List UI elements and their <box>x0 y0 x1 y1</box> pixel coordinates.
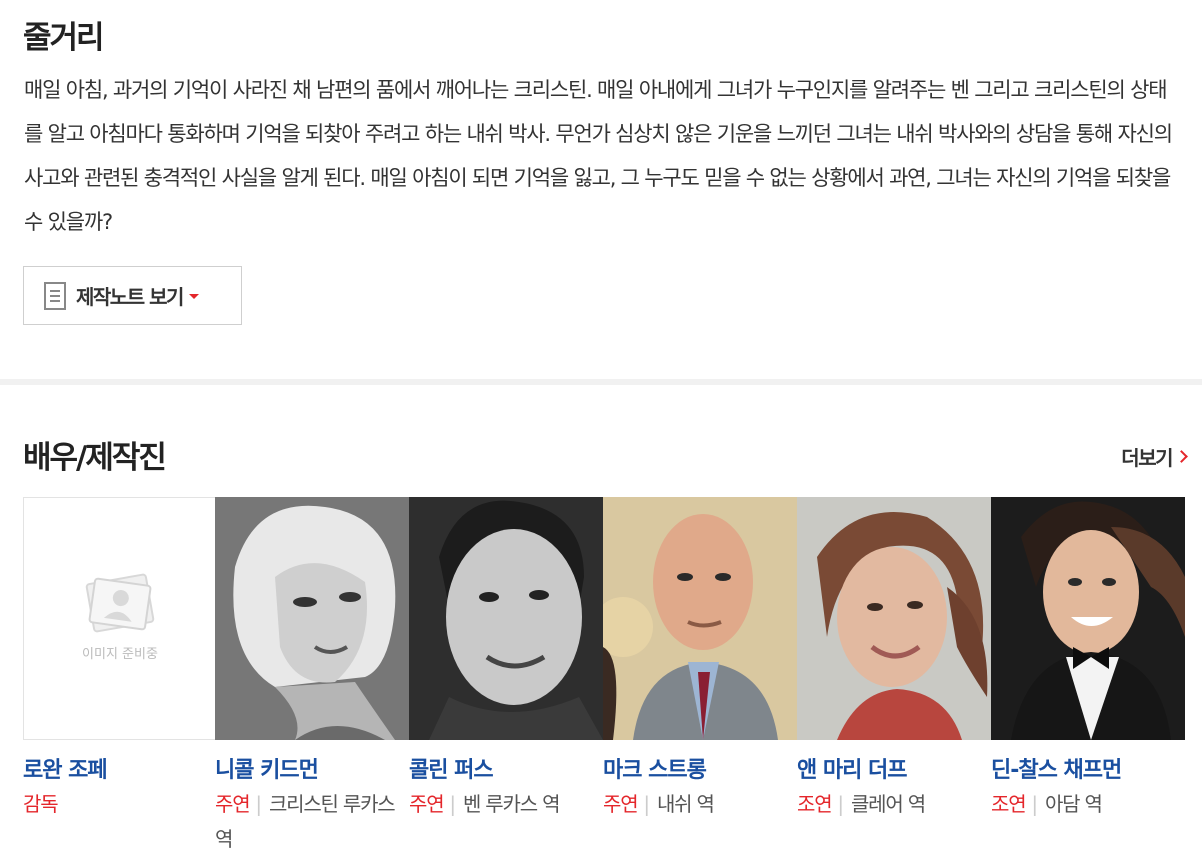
production-note-label: 제작노트 보기 <box>76 285 184 309</box>
cast-name[interactable]: 마크 스트롱 <box>603 752 707 784</box>
role-separator: | <box>449 792 456 816</box>
section-divider <box>0 379 1202 385</box>
cast-card[interactable]: 콜린 퍼스 주연 | 벤 루카스 역 <box>409 497 603 816</box>
production-note-button[interactable]: 제작노트 보기 <box>23 266 242 325</box>
role-separator: | <box>837 792 844 816</box>
cast-name[interactable]: 앤 마리 더프 <box>797 752 908 784</box>
portrait-image <box>991 497 1185 740</box>
cast-role: 주연 | 크리스틴 루카스 역 <box>215 787 396 857</box>
caret-down-icon <box>188 294 199 299</box>
cast-name[interactable]: 로완 조페 <box>23 752 108 784</box>
cast-photo[interactable] <box>215 497 409 740</box>
role-separator: | <box>643 792 650 816</box>
cast-title: 배우/제작진 <box>23 440 167 476</box>
cast-name[interactable]: 딘-찰스 채프먼 <box>991 752 1122 784</box>
role-separator: | <box>255 792 262 816</box>
role-type: 주연 <box>215 792 251 816</box>
portrait-image <box>215 497 409 740</box>
role-type: 주연 <box>603 792 639 816</box>
role-type: 조연 <box>797 792 833 816</box>
cast-role: 감독 <box>23 787 203 822</box>
placeholder-text: 이미지 준비중 <box>82 647 158 662</box>
chevron-right-icon <box>1175 450 1188 463</box>
portrait-image <box>603 497 797 740</box>
cast-role: 조연 | 아담 역 <box>991 787 1171 822</box>
role-type: 조연 <box>991 792 1027 816</box>
cast-role: 조연 | 클레어 역 <box>797 787 977 822</box>
portrait-image <box>409 497 603 740</box>
more-link[interactable]: 더보기 <box>1121 442 1188 471</box>
portrait-image <box>797 497 991 740</box>
role-type: 주연 <box>409 792 445 816</box>
role-desc: 벤 루카스 역 <box>462 792 561 816</box>
cast-role: 주연 | 내쉬 역 <box>603 787 783 822</box>
cast-name[interactable]: 니콜 키드먼 <box>215 752 319 784</box>
role-desc: 아담 역 <box>1044 792 1103 816</box>
role-type: 감독 <box>23 792 59 816</box>
cast-card[interactable]: 딘-찰스 채프먼 조연 | 아담 역 <box>991 497 1185 816</box>
cast-card[interactable]: 이미지 준비중 로완 조페 감독 <box>23 497 217 816</box>
role-desc: 내쉬 역 <box>656 792 715 816</box>
cast-photo[interactable] <box>991 497 1185 740</box>
more-label: 더보기 <box>1121 446 1173 470</box>
role-separator: | <box>1031 792 1038 816</box>
movie-detail-page: 줄거리 매일 아침, 과거의 기억이 사라진 채 남편의 품에서 깨어나는 크리… <box>0 0 1202 861</box>
cast-card[interactable]: 앤 마리 더프 조연 | 클레어 역 <box>797 497 991 816</box>
cast-photo[interactable] <box>409 497 603 740</box>
role-desc: 클레어 역 <box>850 792 926 816</box>
cast-card[interactable]: 마크 스트롱 주연 | 내쉬 역 <box>603 497 797 816</box>
cast-card[interactable]: 니콜 키드먼 주연 | 크리스틴 루카스 역 <box>215 497 409 851</box>
cast-name[interactable]: 콜린 퍼스 <box>409 752 494 784</box>
document-icon <box>44 281 66 310</box>
cast-photo[interactable] <box>603 497 797 740</box>
cast-list: 이미지 준비중 로완 조페 감독 니콜 키드먼 주연 | 크리스틴 루카스 역 … <box>23 497 1202 861</box>
cast-photo-placeholder[interactable]: 이미지 준비중 <box>23 497 217 740</box>
synopsis-title: 줄거리 <box>23 20 105 56</box>
cast-photo[interactable] <box>797 497 991 740</box>
synopsis-text: 매일 아침, 과거의 기억이 사라진 채 남편의 품에서 깨어나는 크리스틴. … <box>24 78 1173 234</box>
cast-role: 주연 | 벤 루카스 역 <box>409 787 589 822</box>
image-placeholder-icon: 이미지 준비중 <box>82 573 158 662</box>
